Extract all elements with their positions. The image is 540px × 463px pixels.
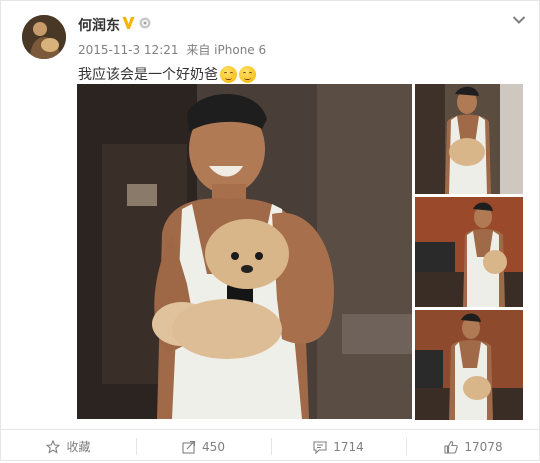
photo-main-image [77,84,412,419]
smile-emoji-icon [239,65,256,83]
post-meta: 2015-11-3 12:21 来自 iPhone 6 [78,41,266,58]
repost-icon [182,440,196,454]
photo-2-image [415,84,523,194]
favorite-button[interactable]: 收藏 [1,430,136,463]
like-count: 17078 [464,439,503,454]
photo-4-image [415,310,523,420]
thumbs-up-icon [444,440,459,454]
smile-emoji-icon [220,65,237,83]
post-photo-4[interactable] [415,310,523,420]
weibo-post-card: 何润东 2015-11-3 12:21 来自 iPhone 6 我应该会是一个好… [0,0,540,461]
post-timestamp[interactable]: 2015-11-3 12:21 [78,43,179,57]
chevron-down-icon[interactable] [512,15,526,25]
verified-v-icon[interactable] [122,16,135,30]
action-bar: 收藏 450 1714 17078 [1,429,540,463]
photo-3-image [415,197,523,307]
avatar-image [22,15,66,59]
comment-count: 1714 [333,439,364,454]
post-source[interactable]: iPhone 6 [214,43,266,57]
level-icon[interactable] [139,17,151,29]
favorite-label: 收藏 [66,440,91,454]
repost-button[interactable]: 450 [136,430,271,463]
avatar[interactable] [22,15,66,59]
like-button[interactable]: 17078 [406,430,540,463]
post-text: 我应该会是一个好奶爸 [78,64,256,84]
comment-button[interactable]: 1714 [271,430,406,463]
post-photo-3[interactable] [415,197,523,307]
author-name[interactable]: 何润东 [78,15,120,35]
comment-icon [313,440,327,454]
post-photo-2[interactable] [415,84,523,194]
star-icon [46,439,61,454]
post-photo-main[interactable] [77,84,412,419]
source-prefix: 来自 [186,43,211,57]
repost-count: 450 [202,439,225,454]
post-text-content: 我应该会是一个好奶爸 [78,67,218,83]
